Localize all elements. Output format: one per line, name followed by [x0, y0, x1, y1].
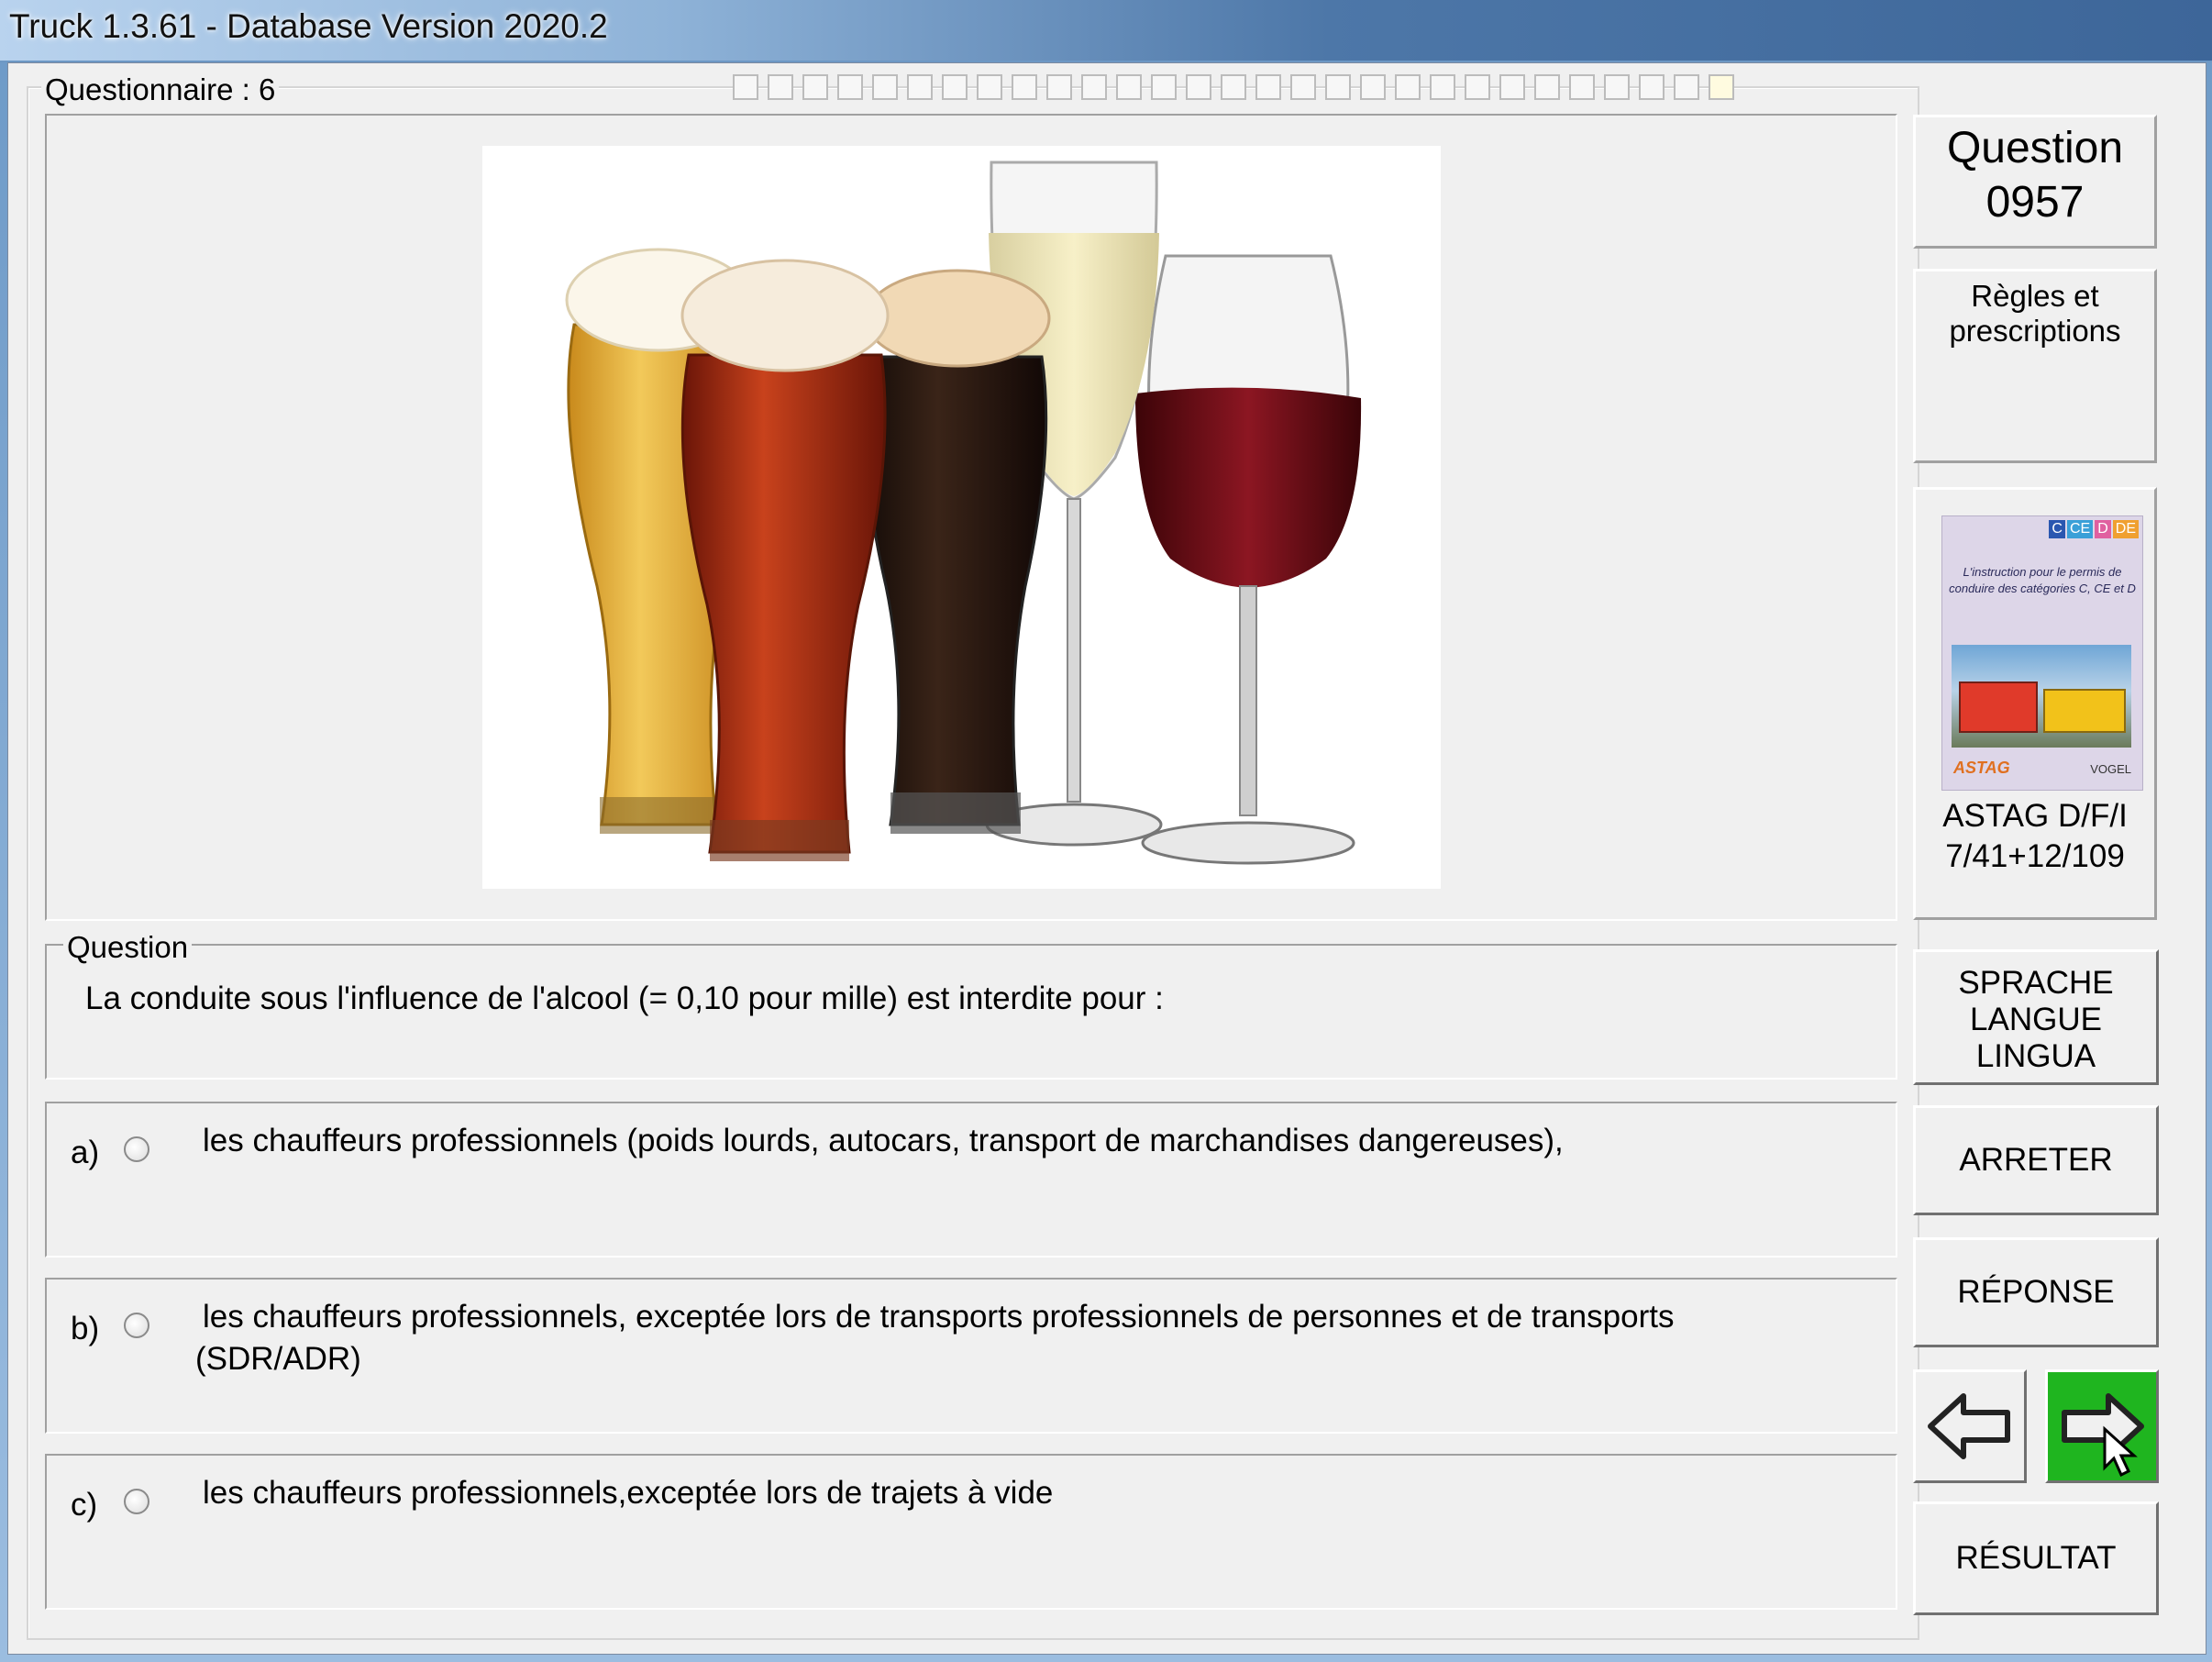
progress-cell: [837, 74, 863, 100]
progress-cell: [802, 74, 828, 100]
progress-cell: [733, 74, 758, 100]
progress-cell: [1674, 74, 1699, 100]
app-window: Truck 1.3.61 - Database Version 2020.2 Q…: [0, 0, 2212, 1662]
progress-cell: [977, 74, 1002, 100]
answer-text: les chauffeurs professionnels,exceptée l…: [203, 1475, 1054, 1511]
answer-letter: a): [71, 1135, 100, 1170]
answer-text: les chauffeurs professionnels, exceptée …: [203, 1299, 1675, 1335]
question-number-box: Question 0957: [1913, 115, 2157, 249]
progress-cell: [1709, 74, 1734, 100]
answer-c-radio[interactable]: [124, 1489, 149, 1514]
progress-cell: [1360, 74, 1386, 100]
answer-button-label: RÉPONSE: [1957, 1274, 2115, 1310]
progress-cell: [1255, 74, 1281, 100]
stop-button-label: ARRETER: [1959, 1142, 2113, 1178]
window-title: Truck 1.3.61 - Database Version 2020.2: [9, 7, 608, 45]
main-client-area: Questionnaire : 6 Question La conduite s…: [7, 62, 2206, 1655]
answer-text: les chauffeurs professionnels (poids lou…: [203, 1123, 1564, 1158]
alcohol-glasses-illustration: [482, 146, 1441, 889]
progress-cell: [1081, 74, 1107, 100]
progress-cell: [907, 74, 933, 100]
answer-a-radio[interactable]: [124, 1136, 149, 1162]
progress-cell: [1569, 74, 1595, 100]
arrow-left-icon: [1928, 1393, 2010, 1459]
title-bar[interactable]: Truck 1.3.61 - Database Version 2020.2: [0, 0, 2212, 61]
answer-b[interactable]: b) les chauffeurs professionnels, except…: [45, 1278, 1897, 1434]
progress-cell: [1186, 74, 1211, 100]
questionnaire-label: Questionnaire : 6: [41, 72, 280, 107]
progress-cell: [942, 74, 968, 100]
progress-cell: [1604, 74, 1630, 100]
progress-cell: [768, 74, 793, 100]
stop-button[interactable]: ARRETER: [1913, 1105, 2159, 1215]
answer-letter: c): [71, 1487, 98, 1523]
progress-cell: [1325, 74, 1351, 100]
question-image: [482, 146, 1441, 889]
progress-cell: [1499, 74, 1525, 100]
language-line1: SPRACHE: [1958, 965, 2114, 1001]
answer-letter: b): [71, 1311, 100, 1346]
next-button[interactable]: [2045, 1369, 2159, 1483]
question-legend: Question: [63, 930, 193, 965]
answer-b-radio[interactable]: [124, 1313, 149, 1338]
book-trucks-image: [1952, 645, 2131, 748]
progress-cell: [1290, 74, 1316, 100]
question-number-label: Question: [1946, 124, 2124, 172]
progress-cell: [1395, 74, 1421, 100]
progress-cell: [1046, 74, 1072, 100]
publisher-logo-astag: ASTAG: [1953, 759, 2010, 777]
language-line2: LANGUE: [1970, 1002, 2102, 1037]
answer-a[interactable]: a) les chauffeurs professionnels (poids …: [45, 1102, 1897, 1258]
progress-cell: [1012, 74, 1037, 100]
progress-cell: [1221, 74, 1246, 100]
reference-line1: ASTAG D/F/I: [1942, 798, 2128, 834]
badge: DE: [2112, 520, 2139, 538]
reference-book-cover: C CE D DE L'instruction pour le permis d…: [1941, 515, 2143, 791]
progress-cell: [1534, 74, 1560, 100]
category-line2: prescriptions: [1949, 314, 2121, 348]
badge: C: [2049, 520, 2065, 538]
progress-cell: [1151, 74, 1177, 100]
book-category-badges: C CE D DE: [2049, 520, 2139, 538]
answer-button[interactable]: RÉPONSE: [1913, 1237, 2159, 1347]
answer-text-continued: (SDR/ADR): [195, 1341, 361, 1377]
category-box: Règles et prescriptions: [1913, 269, 2157, 463]
progress-cell: [1430, 74, 1455, 100]
progress-cell: [1639, 74, 1665, 100]
reference-line2: 7/41+12/109: [1945, 838, 2125, 874]
result-button-label: RÉSULTAT: [1955, 1540, 2117, 1576]
result-button[interactable]: RÉSULTAT: [1913, 1501, 2159, 1615]
badge: D: [2095, 520, 2111, 538]
language-button[interactable]: SPRACHE LANGUE LINGUA: [1913, 949, 2159, 1085]
question-progress-bar: [733, 74, 1916, 100]
category-line1: Règles et: [1971, 279, 2099, 313]
language-line3: LINGUA: [1975, 1038, 2096, 1074]
answer-c[interactable]: c) les chauffeurs professionnels,excepté…: [45, 1454, 1897, 1610]
publisher-logo-vogel: VOGEL: [2090, 762, 2131, 776]
badge: CE: [2066, 520, 2094, 538]
progress-cell: [872, 74, 898, 100]
back-button[interactable]: [1913, 1369, 2027, 1483]
progress-cell: [1116, 74, 1142, 100]
book-caption: L'instruction pour le permis de conduire…: [1949, 565, 2136, 595]
image-panel: [45, 114, 1897, 921]
question-text: La conduite sous l'influence de l'alcool…: [85, 981, 1164, 1016]
reference-box: C CE D DE L'instruction pour le permis d…: [1913, 487, 2157, 920]
question-number: 0957: [1985, 178, 2085, 227]
progress-cell: [1465, 74, 1490, 100]
arrow-right-icon: [2062, 1393, 2144, 1478]
